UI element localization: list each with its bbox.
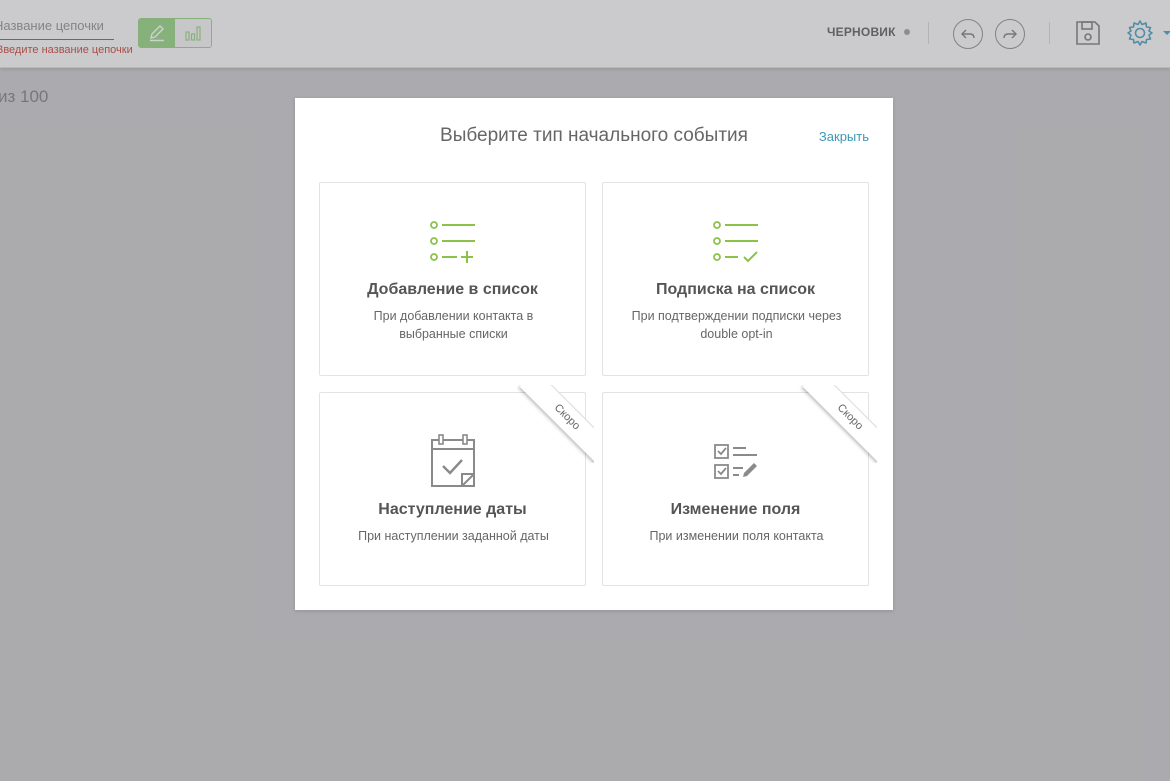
ribbon-label: Скоро [519,385,594,463]
coming-soon-ribbon: Скоро [516,385,594,463]
card-date-arrival[interactable]: Наступление даты При наступлении заданно… [319,385,594,586]
list-add-icon [429,221,475,263]
event-type-modal: Выберите тип начального события Закрыть … [295,98,893,610]
card-title: Наступление даты [378,501,527,518]
modal-title: Выберите тип начального события [440,125,748,146]
close-link[interactable]: Закрыть [819,129,869,144]
card-description: При подтверждении подписки через double … [631,309,842,341]
checklist-edit-icon [713,444,757,479]
card-title: Добавление в список [367,281,538,298]
calendar-check-icon [430,434,475,487]
card-subscribe-to-list[interactable]: Подписка на список При подтверждении под… [602,182,869,376]
card-description: При наступлении заданной даты [358,529,549,543]
card-title: Подписка на список [655,281,816,298]
card-field-change[interactable]: Изменение поля При изменении поля контак… [602,385,877,586]
card-add-to-list[interactable]: Добавление в список При добавлении конта… [319,182,586,376]
list-check-icon [712,221,758,263]
card-title: Изменение поля [670,501,801,518]
ribbon-label: Скоро [802,385,877,463]
coming-soon-ribbon: Скоро [799,385,877,463]
card-description: При изменении поля контакта [649,529,824,543]
card-description: При добавлении контакта в выбранные спис… [373,309,534,341]
